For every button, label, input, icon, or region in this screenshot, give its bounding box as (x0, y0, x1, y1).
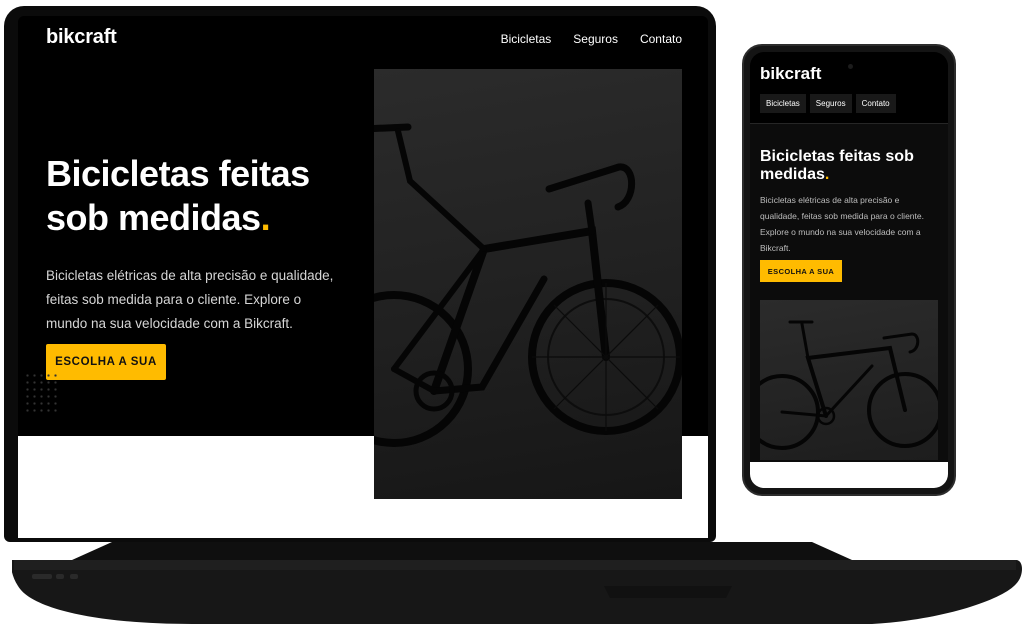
mobile-hero: Bicicletas feitas sob medidas. Bicicleta… (750, 124, 948, 488)
mobile-nav-item-bicicletas[interactable]: Bicicletas (760, 94, 806, 113)
mobile-site-logo[interactable]: bikcraft (760, 64, 821, 84)
mobile-nav-item-seguros[interactable]: Seguros (809, 94, 852, 113)
mobile-bicycle-photo (760, 300, 938, 460)
mobile-nav-item-contato[interactable]: Contato (855, 94, 896, 113)
mobile-nav: Bicicletas Seguros Contato (760, 94, 896, 113)
mobile-cta-button[interactable]: ESCOLHA A SUA (760, 260, 842, 282)
phone-screen: bikcraft Bicicletas Seguros Contato Bici… (750, 52, 948, 488)
mobile-page-bottom (750, 462, 948, 488)
camera-icon (848, 64, 853, 69)
nav-item-bicicletas[interactable]: Bicicletas (501, 32, 552, 46)
laptop-screen: bikcraft Bicicletas Seguros Contato Bici… (18, 16, 708, 538)
bicycle-icon (374, 123, 682, 447)
phone-mockup: bikcraft Bicicletas Seguros Contato Bici… (742, 44, 956, 496)
main-nav: Bicicletas Seguros Contato (501, 32, 682, 46)
mobile-hero-title-accent: . (824, 166, 830, 183)
nav-item-seguros[interactable]: Seguros (573, 32, 618, 46)
hero-description: Bicicletas elétricas de alta precisão e … (46, 268, 334, 331)
hero-title-text: Bicicletas feitas sob medidas (46, 153, 310, 238)
hero-title: Bicicletas feitas sob medidas. (46, 152, 366, 240)
nav-item-contato[interactable]: Contato (640, 32, 682, 46)
mobile-bicycle-icon (760, 320, 938, 450)
mobile-hero-title: Bicicletas feitas sob medidas. (760, 148, 938, 184)
cta-button[interactable]: ESCOLHA A SUA (46, 344, 166, 380)
mobile-hero-title-text: Bicicletas feitas sob medidas (760, 148, 914, 183)
hero-title-accent: . (260, 197, 271, 238)
bicycle-photo (374, 69, 682, 499)
dot-grid-decoration (24, 372, 60, 412)
laptop-base (10, 540, 1024, 630)
laptop-mockup: bikcraft Bicicletas Seguros Contato Bici… (4, 6, 716, 542)
site-logo[interactable]: bikcraft (46, 26, 117, 49)
mobile-hero-description: Bicicletas elétricas de alta precisão e … (760, 195, 924, 253)
